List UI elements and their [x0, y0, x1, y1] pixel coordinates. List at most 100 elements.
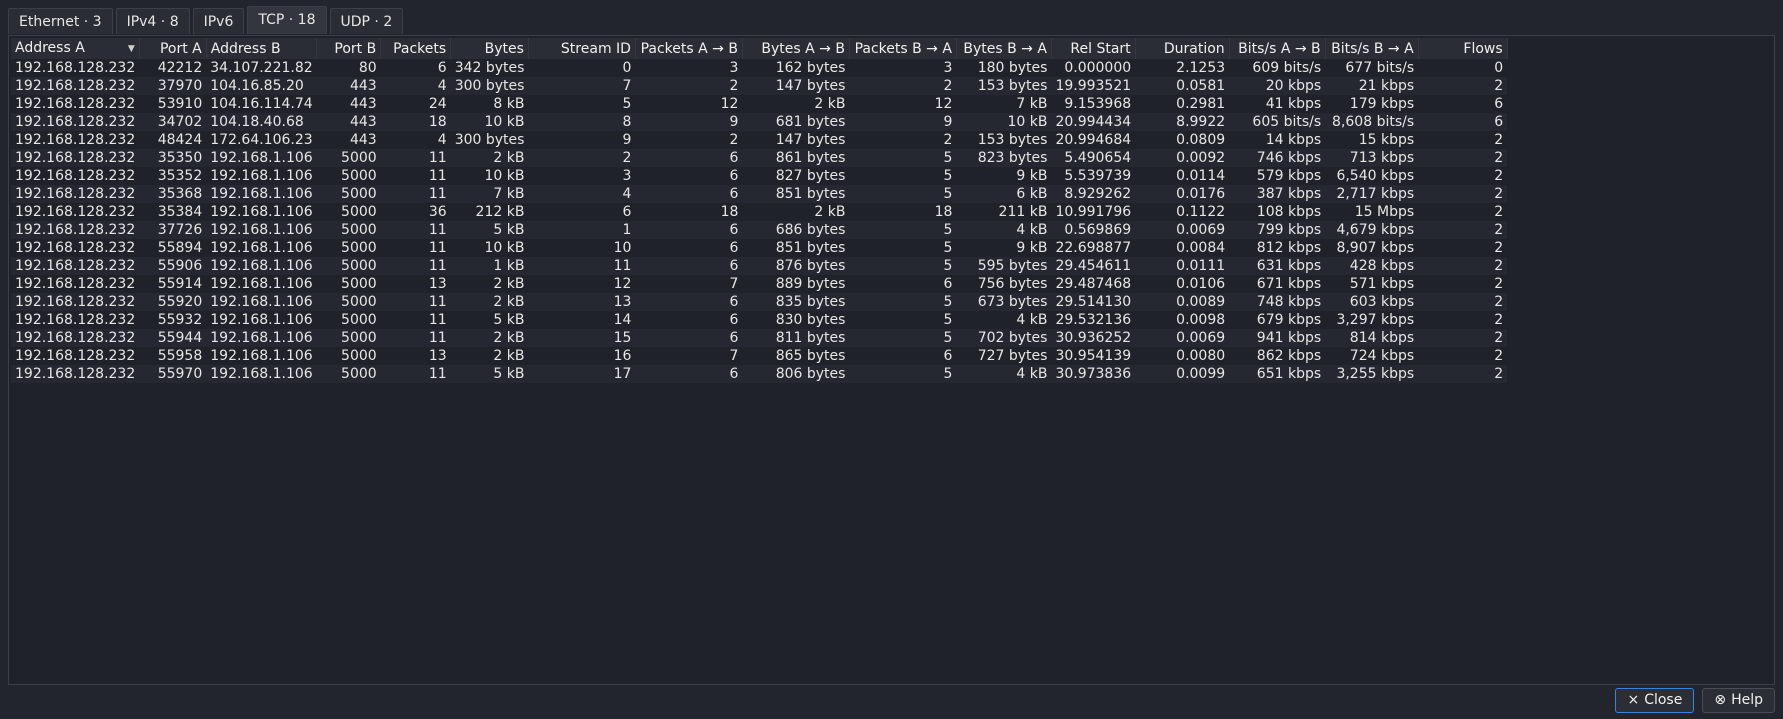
table-row[interactable]: 192.168.128.232 55970 192.168.1.106 5000 11 5… — [11, 365, 1508, 383]
cell-packets-a-b: 18 — [635, 203, 743, 221]
table-row[interactable]: 192.168.128.232 37970 104.16.85.20 443 4 300 … — [11, 77, 1508, 95]
close-button[interactable]: × Close — [1615, 688, 1695, 713]
column-header-duration[interactable]: Duration — [1135, 38, 1230, 59]
table-row[interactable]: 192.168.128.232 53910 104.16.114.74 443 24 8 … — [11, 95, 1508, 113]
cell-packets: 4 — [380, 131, 451, 149]
cell-stream-id: 1 — [528, 221, 636, 239]
cell-rel-start: 9.153968 — [1051, 95, 1136, 113]
table-body: 192.168.128.232 42212 34.107.221.82 80 6 342 … — [11, 59, 1508, 383]
cell-address-b: 34.107.221.82 — [206, 59, 317, 77]
cell-bytes: 5 kB — [450, 365, 529, 383]
help-button[interactable]: ⊗ Help — [1702, 688, 1775, 713]
column-header-stream-id[interactable]: Stream ID — [528, 38, 636, 59]
cell-port-b: 443 — [316, 77, 381, 95]
cell-bytes-a-b: 827 bytes — [742, 167, 850, 185]
cell-flows: 2 — [1418, 167, 1508, 185]
table-row[interactable]: 192.168.128.232 37726 192.168.1.106 5000 11 5… — [11, 221, 1508, 239]
tab-ipv6[interactable]: IPv6 — [192, 8, 245, 34]
column-header-rel-start[interactable]: Rel Start — [1051, 38, 1136, 59]
cell-packets-b-a: 5 — [849, 257, 957, 275]
conversations-table-panel[interactable]: Address A ▼ Port A Address B Port B Packets By… — [8, 35, 1775, 685]
table-row[interactable]: 192.168.128.232 55944 192.168.1.106 5000 11 2… — [11, 329, 1508, 347]
column-header-packets-a-b[interactable]: Packets A → B — [635, 38, 743, 59]
cell-packets-b-a: 5 — [849, 293, 957, 311]
cell-bytes-a-b: 876 bytes — [742, 257, 850, 275]
table-row[interactable]: 192.168.128.232 35368 192.168.1.106 5000 11 7… — [11, 185, 1508, 203]
table-row[interactable]: 192.168.128.232 48424 172.64.106.23 443 4 300… — [11, 131, 1508, 149]
column-header-port-a[interactable]: Port A — [139, 38, 207, 59]
cell-bytes-a-b: 162 bytes — [742, 59, 850, 77]
cell-packets-a-b: 6 — [635, 167, 743, 185]
table-row[interactable]: 192.168.128.232 55958 192.168.1.106 5000 13 2… — [11, 347, 1508, 365]
column-header-label: Bytes A → B — [761, 40, 845, 57]
cell-stream-id: 8 — [528, 113, 636, 131]
table-row[interactable]: 192.168.128.232 34702 104.18.40.68 443 18 10 … — [11, 113, 1508, 131]
table-row[interactable]: 192.168.128.232 35384 192.168.1.106 5000 36 2… — [11, 203, 1508, 221]
table-row[interactable]: 192.168.128.232 55920 192.168.1.106 5000 11 2… — [11, 293, 1508, 311]
table-row[interactable]: 192.168.128.232 55906 192.168.1.106 5000 11 1… — [11, 257, 1508, 275]
column-header-bits-s-b-a[interactable]: Bits/s B → A — [1325, 38, 1419, 59]
cell-rel-start: 0.000000 — [1051, 59, 1136, 77]
tab-tcp[interactable]: TCP · 18 — [247, 6, 327, 34]
cell-packets-a-b: 2 — [635, 131, 743, 149]
table-row[interactable]: 192.168.128.232 55932 192.168.1.106 5000 11 5… — [11, 311, 1508, 329]
cell-address-a: 192.168.128.232 — [11, 59, 140, 77]
cell-packets-b-a: 5 — [849, 221, 957, 239]
cell-packets-a-b: 6 — [635, 221, 743, 239]
cell-packets-b-a: 2 — [849, 77, 957, 95]
cell-bytes-a-b: 851 bytes — [742, 239, 850, 257]
help-icon: ⊗ — [1714, 692, 1727, 708]
cell-packets-a-b: 6 — [635, 365, 743, 383]
cell-port-a: 37970 — [139, 77, 207, 95]
cell-rel-start: 29.514130 — [1051, 293, 1136, 311]
table-row[interactable]: 192.168.128.232 35352 192.168.1.106 5000 11 1… — [11, 167, 1508, 185]
cell-bytes: 2 kB — [450, 149, 529, 167]
cell-port-a: 42212 — [139, 59, 207, 77]
column-header-port-b[interactable]: Port B — [316, 38, 382, 59]
cell-packets: 11 — [380, 293, 451, 311]
cell-bits-s-b-a: 4,679 kbps — [1325, 221, 1419, 239]
cell-bits-s-b-a: 571 kbps — [1325, 275, 1419, 293]
cell-packets-b-a: 12 — [849, 95, 957, 113]
cell-rel-start: 5.490654 — [1051, 149, 1136, 167]
cell-bits-s-a-b: 387 kbps — [1229, 185, 1326, 203]
cell-bytes-b-a: 9 kB — [956, 239, 1052, 257]
table-row[interactable]: 192.168.128.232 42212 34.107.221.82 80 6 342 … — [11, 59, 1508, 77]
cell-port-a: 37726 — [139, 221, 207, 239]
help-button-label: Help — [1731, 692, 1763, 708]
tab-ipv4[interactable]: IPv4 · 8 — [115, 8, 190, 34]
cell-port-a: 35352 — [139, 167, 207, 185]
cell-address-a: 192.168.128.232 — [11, 131, 140, 149]
table-row[interactable]: 192.168.128.232 55894 192.168.1.106 5000 11 1… — [11, 239, 1508, 257]
tab-ethernet[interactable]: Ethernet · 3 — [8, 8, 113, 34]
table-row[interactable]: 192.168.128.232 55914 192.168.1.106 5000 13 2… — [11, 275, 1508, 293]
cell-bits-s-b-a: 428 kbps — [1325, 257, 1419, 275]
cell-bytes-b-a: 153 bytes — [956, 77, 1052, 95]
cell-address-b: 192.168.1.106 — [206, 167, 317, 185]
cell-rel-start: 30.936252 — [1051, 329, 1136, 347]
cell-duration: 8.9922 — [1135, 113, 1230, 131]
column-header-bits-s-a-b[interactable]: Bits/s A → B — [1229, 38, 1326, 59]
cell-bits-s-b-a: 724 kbps — [1325, 347, 1419, 365]
cell-bytes-b-a: 9 kB — [956, 167, 1052, 185]
column-header-flows[interactable]: Flows — [1418, 38, 1508, 59]
column-header-bytes-a-b[interactable]: Bytes A → B — [742, 38, 850, 59]
column-header-packets-b-a[interactable]: Packets B → A — [849, 38, 957, 59]
cell-address-b: 192.168.1.106 — [206, 365, 317, 383]
table-row[interactable]: 192.168.128.232 35350 192.168.1.106 5000 11 2… — [11, 149, 1508, 167]
cell-port-a: 34702 — [139, 113, 207, 131]
tab-udp[interactable]: UDP · 2 — [329, 8, 404, 34]
column-header-bytes[interactable]: Bytes — [450, 38, 529, 59]
table-header: Address A ▼ Port A Address B Port B Packets By… — [11, 38, 1508, 59]
cell-stream-id: 6 — [528, 203, 636, 221]
cell-bits-s-a-b: 579 kbps — [1229, 167, 1326, 185]
cell-packets-a-b: 9 — [635, 113, 743, 131]
cell-port-a: 55944 — [139, 329, 207, 347]
cell-packets-a-b: 6 — [635, 185, 743, 203]
column-header-address-b[interactable]: Address B — [206, 38, 318, 59]
cell-packets-a-b: 6 — [635, 149, 743, 167]
column-header-bytes-b-a[interactable]: Bytes B → A — [956, 38, 1052, 59]
cell-bytes-a-b: 806 bytes — [742, 365, 850, 383]
column-header-packets[interactable]: Packets — [380, 38, 452, 59]
column-header-address-a[interactable]: Address A ▼ — [11, 38, 140, 59]
